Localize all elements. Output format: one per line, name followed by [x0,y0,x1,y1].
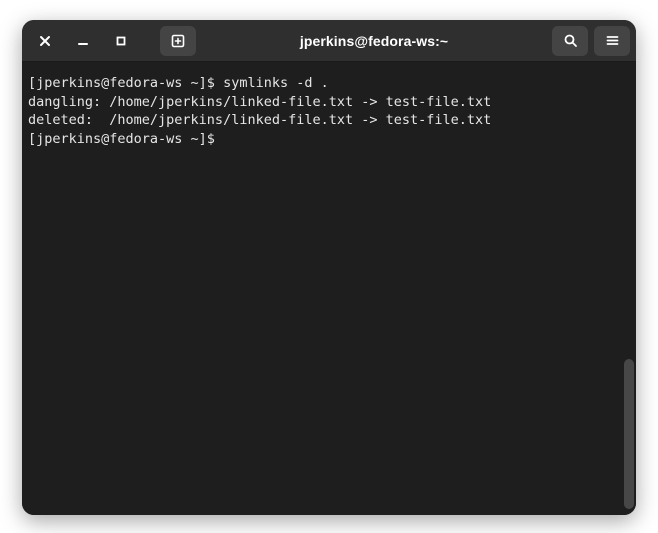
new-tab-icon [170,33,186,49]
minimize-icon [77,35,89,47]
terminal-line: [jperkins@fedora-ws ~]$ symlinks -d . [28,75,329,91]
new-tab-button[interactable] [160,26,196,56]
prompt: [jperkins@fedora-ws ~]$ [28,75,223,91]
terminal-line: [jperkins@fedora-ws ~]$ [28,131,223,147]
hamburger-icon [605,33,620,48]
output-text: deleted: /home/jperkins/linked-file.txt … [28,112,491,128]
search-icon [563,33,578,48]
scrollbar[interactable] [624,359,634,509]
prompt: [jperkins@fedora-ws ~]$ [28,131,223,147]
terminal-line: deleted: /home/jperkins/linked-file.txt … [28,112,491,128]
titlebar-right [552,26,630,56]
maximize-button[interactable] [104,26,138,56]
close-button[interactable] [28,26,62,56]
terminal-line: dangling: /home/jperkins/linked-file.txt… [28,94,491,110]
titlebar: jperkins@fedora-ws:~ [22,20,636,62]
minimize-button[interactable] [66,26,100,56]
terminal-window: jperkins@fedora-ws:~ [jperkins@fedor [22,20,636,515]
terminal-content[interactable]: [jperkins@fedora-ws ~]$ symlinks -d . da… [22,62,636,515]
maximize-icon [115,35,127,47]
search-button[interactable] [552,26,588,56]
window-title: jperkins@fedora-ws:~ [200,33,548,49]
menu-button[interactable] [594,26,630,56]
command-text: symlinks -d . [223,75,329,91]
close-icon [39,35,51,47]
output-text: dangling: /home/jperkins/linked-file.txt… [28,94,491,110]
